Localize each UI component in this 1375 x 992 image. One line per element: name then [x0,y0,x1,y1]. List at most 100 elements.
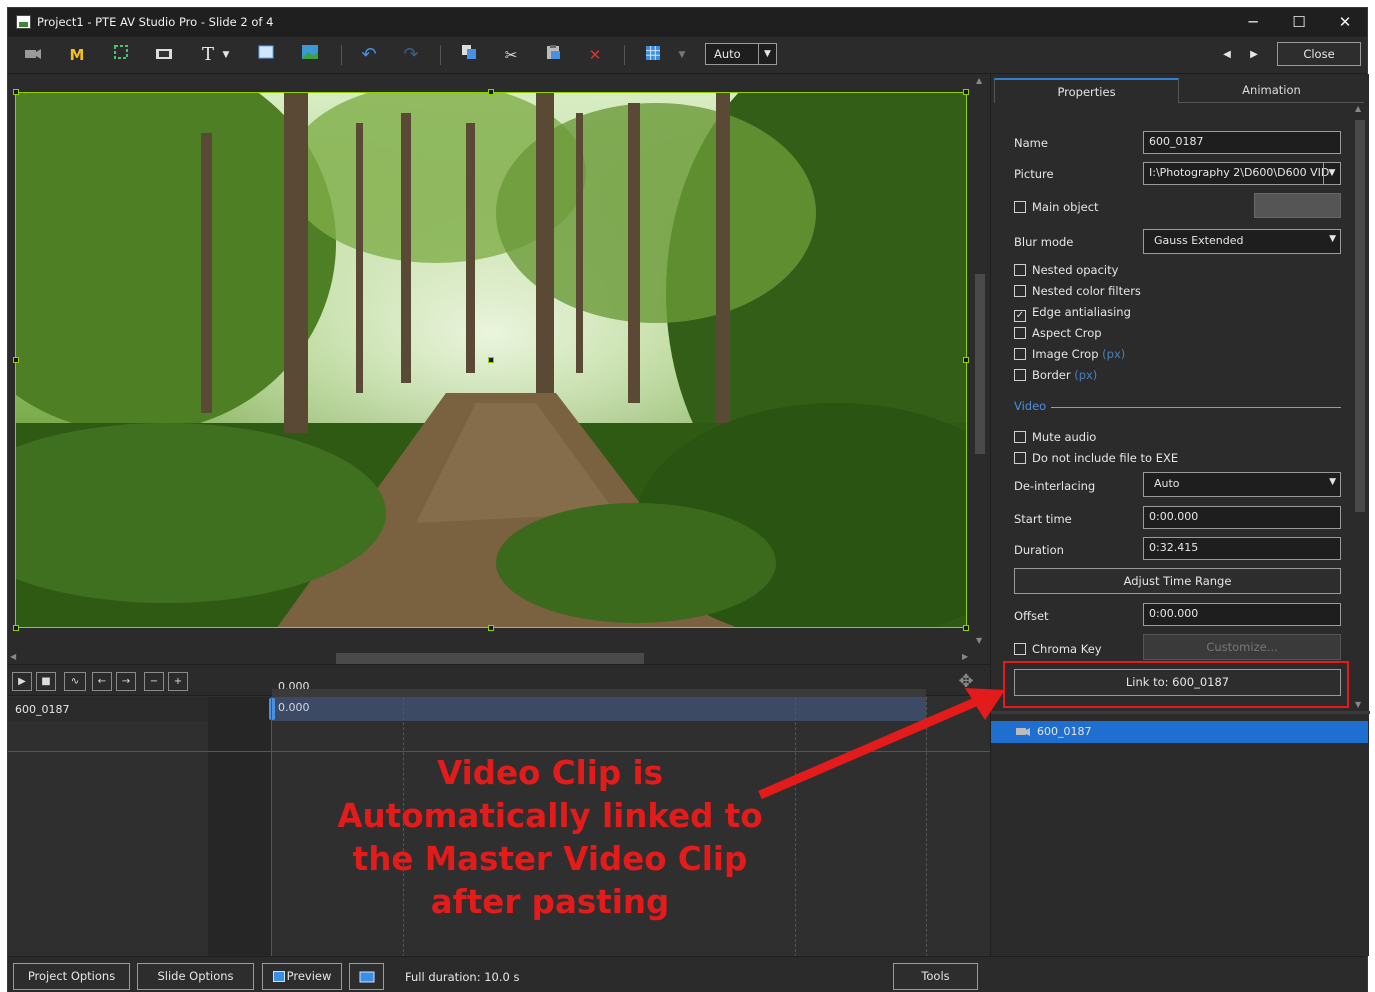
main-object-checkbox[interactable]: Main object [1014,200,1099,214]
resize-handle[interactable] [13,625,19,631]
annotation-line: the Master Video Clip [352,840,748,878]
mask-icon[interactable]: M [64,43,90,67]
delete-icon[interactable]: ✕ [582,43,608,67]
toolbar: M T ▼ ↶ ↷ ✂ ✕ ▼ Auto ▼ ◀ ▶ Close [8,37,1367,74]
nested-opacity-checkbox[interactable]: Nested opacity [1014,263,1118,277]
no-exe-checkbox[interactable]: Do not include file to EXE [1014,451,1178,465]
chroma-key-checkbox[interactable]: Chroma Key [1014,642,1102,656]
cut-icon[interactable]: ✂ [498,43,524,67]
redo-icon[interactable]: ↷ [398,43,424,67]
blur-mode-select[interactable]: Gauss Extended ▼ [1143,229,1341,254]
paste-icon[interactable] [540,43,566,67]
aspect-crop-checkbox[interactable]: Aspect Crop [1014,326,1102,340]
rectangle-icon[interactable] [253,43,279,67]
checkbox-icon [1014,327,1026,339]
link-to-button[interactable]: Link to: 600_0187 [1014,669,1341,696]
maximize-button[interactable]: ☐ [1276,10,1322,34]
deinterlacing-select[interactable]: Auto ▼ [1143,472,1341,497]
resize-handle[interactable] [488,89,494,95]
publish-icon[interactable] [349,963,384,990]
canvas-vertical-scrollbar[interactable]: ▲ ▼ [972,74,988,649]
minimize-button[interactable]: ─ [1230,10,1276,34]
picture-path: I:\Photography 2\D600\D600 VID [1149,166,1330,179]
close-button[interactable]: Close [1277,42,1361,66]
move-left-icon[interactable]: ← [92,672,112,691]
play-icon[interactable]: ▶ [12,672,32,691]
video-object-icon[interactable] [20,43,46,67]
checkbox-icon [1014,452,1026,464]
border-checkbox[interactable]: Border (px) [1014,368,1097,382]
waveform-icon[interactable]: ∿ [64,672,86,691]
center-handle[interactable] [488,357,494,363]
checkbox-icon [1014,264,1026,276]
move-cross-icon[interactable]: ✥ [954,671,978,695]
customize-button[interactable]: Customize... [1143,634,1341,660]
playhead[interactable] [271,697,272,957]
project-options-button[interactable]: Project Options [13,963,130,990]
counter-icon[interactable] [151,43,177,67]
resize-handle[interactable] [13,357,19,363]
mute-audio-checkbox[interactable]: Mute audio [1014,430,1096,444]
tab-properties[interactable]: Properties [994,78,1179,103]
section-divider [1051,407,1341,408]
preview-label: Preview [286,969,332,983]
blur-mode-label: Blur mode [1014,235,1074,249]
image-crop-checkbox[interactable]: Image Crop (px) [1014,347,1125,361]
prev-arrow-icon[interactable]: ◀ [1214,43,1240,67]
resize-handle[interactable] [488,625,494,631]
video-object-icon [1015,725,1031,740]
duration-field[interactable]: 0:32.415 [1143,537,1341,560]
resize-handle[interactable] [963,625,969,631]
frame-icon[interactable] [108,43,134,67]
duration-label: Duration [1014,543,1064,557]
chevron-down-icon: ▼ [1323,163,1340,184]
copy-icon[interactable] [456,43,482,67]
window-title: Project1 - PTE AV Studio Pro - Slide 2 o… [37,15,274,29]
slide-options-button[interactable]: Slide Options [137,963,254,990]
checkbox-icon [1014,369,1026,381]
undo-icon[interactable]: ↶ [356,43,382,67]
close-window-button[interactable]: ✕ [1322,10,1368,34]
clip-start-handle[interactable] [269,698,275,720]
chevron-down-icon[interactable]: ▼ [218,43,234,67]
annotation-text: Video Clip is Automatically linked to th… [300,752,800,924]
stop-icon[interactable]: ■ [36,672,56,691]
adjust-time-range-button[interactable]: Adjust Time Range [1014,568,1341,594]
offset-field[interactable]: 0:00.000 [1143,603,1341,626]
grid-icon[interactable] [640,43,666,67]
image-crop-label: Image Crop [1032,347,1099,361]
zoom-value: Auto [714,47,741,61]
video-section-label: Video [1014,399,1047,413]
annotation-line: Automatically linked to [337,797,763,835]
mute-audio-label: Mute audio [1032,430,1097,444]
annotation-line: Video Clip is [437,754,663,792]
grid-chevron-icon[interactable]: ▼ [674,43,690,67]
resize-handle[interactable] [963,89,969,95]
name-label: Name [1014,136,1048,150]
resize-handle[interactable] [963,357,969,363]
chevron-down-icon: ▼ [1329,234,1336,244]
preview-icon [273,971,285,982]
video-clip-bar[interactable]: 0.000 [272,697,926,721]
image-icon[interactable] [297,43,323,67]
nested-opacity-label: Nested opacity [1032,263,1119,277]
nested-color-label: Nested color filters [1032,284,1141,298]
tab-animation[interactable]: Animation [1179,78,1364,103]
next-arrow-icon[interactable]: ▶ [1241,43,1267,67]
object-list-item[interactable]: 600_0187 [991,721,1368,743]
zoom-combo[interactable]: Auto ▼ [705,43,777,65]
panel-scrollbar[interactable]: ▲ ▼ [1352,104,1368,711]
resize-handle[interactable] [13,89,19,95]
checkbox-icon [1014,348,1026,360]
nested-color-checkbox[interactable]: Nested color filters [1014,284,1141,298]
move-right-icon[interactable]: → [116,672,136,691]
zoom-in-icon[interactable]: + [168,672,188,691]
start-time-field[interactable]: 0:00.000 [1143,506,1341,529]
preview-button[interactable]: Preview [262,963,342,990]
tools-button[interactable]: Tools [893,963,978,990]
picture-field[interactable]: I:\Photography 2\D600\D600 VID ▼ [1143,162,1341,185]
zoom-out-icon[interactable]: − [144,672,164,691]
edge-antialiasing-checkbox[interactable]: ✓ Edge antialiasing [1014,305,1131,322]
name-field[interactable]: 600_0187 [1143,131,1341,154]
app-icon [16,15,31,29]
